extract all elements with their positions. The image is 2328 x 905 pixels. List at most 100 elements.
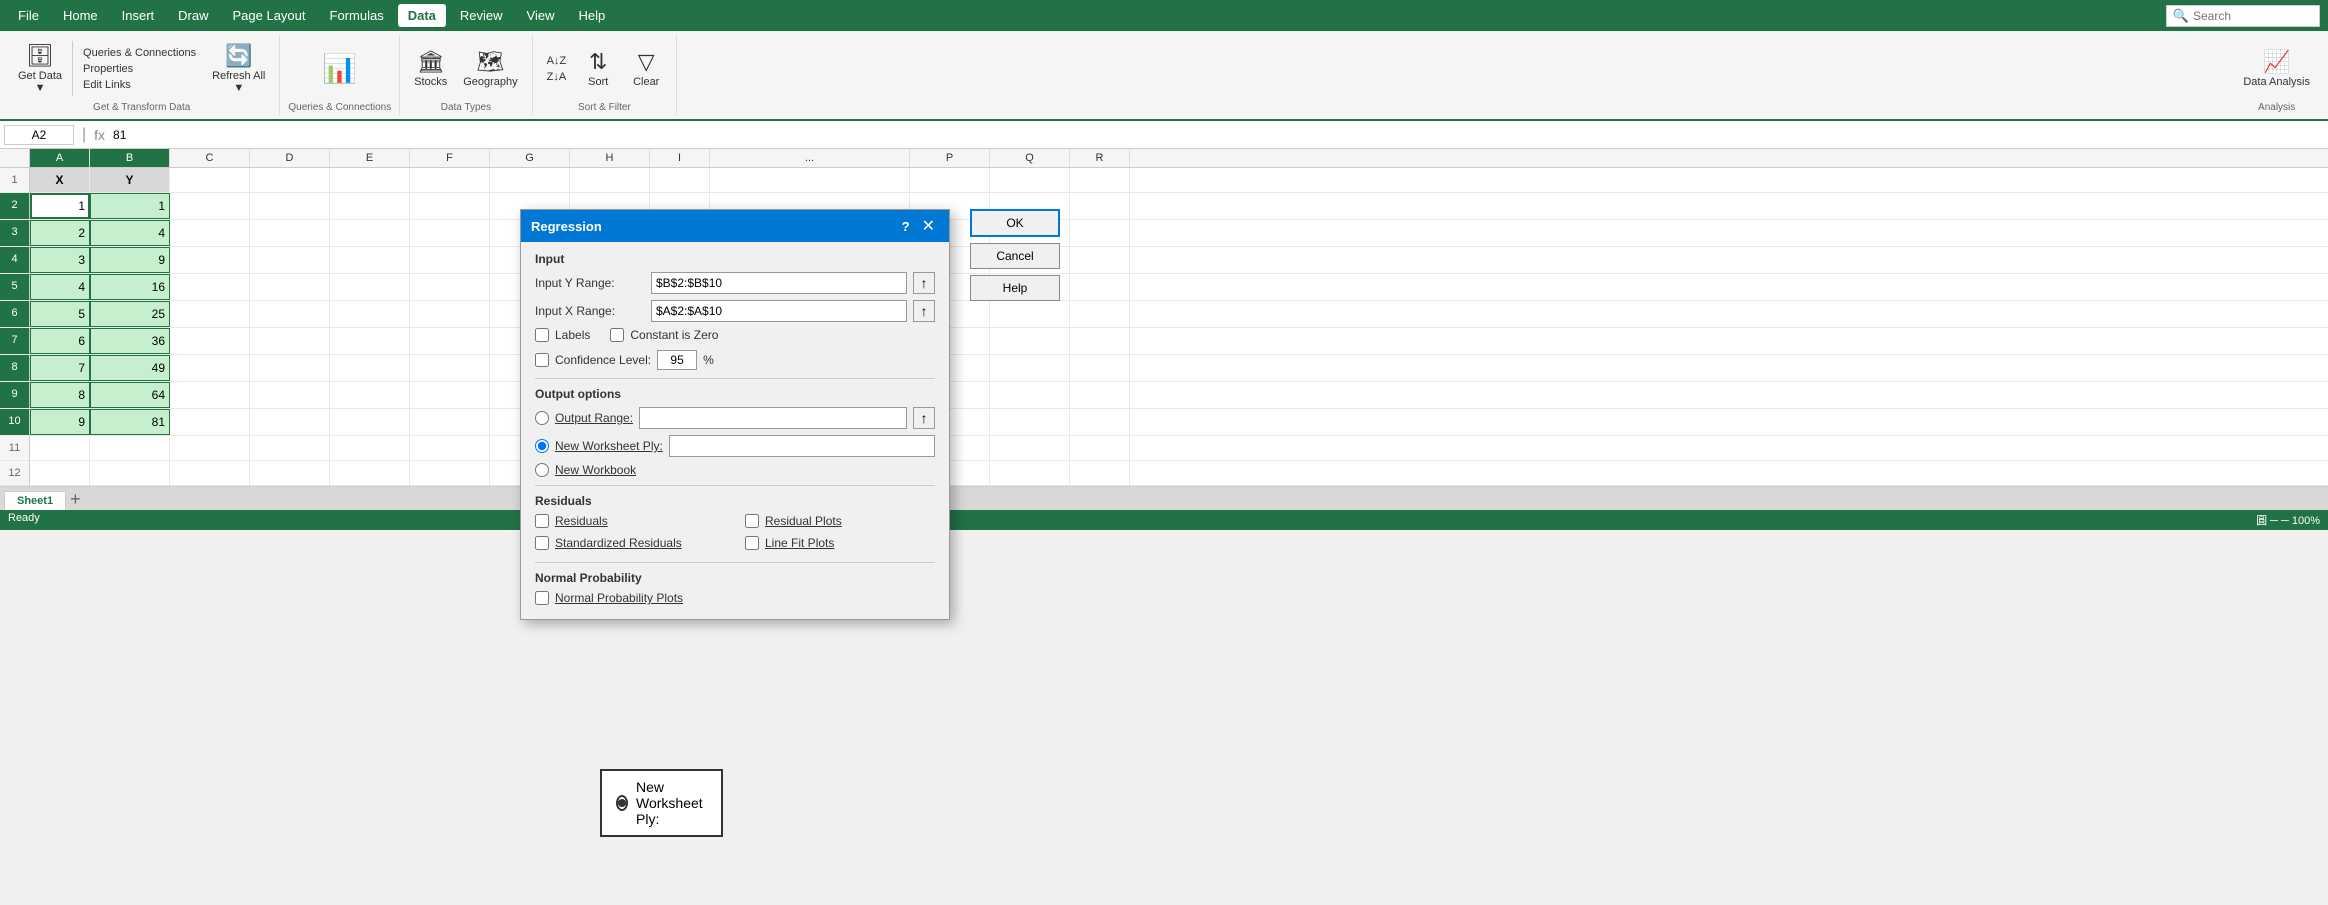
cell-r6[interactable] bbox=[1070, 301, 1130, 327]
cell-b8[interactable]: 49 bbox=[90, 355, 170, 381]
x-range-input[interactable] bbox=[651, 300, 907, 322]
cell-q12[interactable] bbox=[990, 461, 1070, 485]
cell-d8[interactable] bbox=[250, 355, 330, 381]
output-range-input[interactable] bbox=[639, 407, 907, 429]
cell-a10[interactable]: 9 bbox=[30, 409, 90, 435]
cell-d10[interactable] bbox=[250, 409, 330, 435]
residuals-checkbox[interactable] bbox=[535, 514, 549, 528]
cell-d3[interactable] bbox=[250, 220, 330, 246]
cell-c5[interactable] bbox=[170, 274, 250, 300]
cell-e5[interactable] bbox=[330, 274, 410, 300]
cell-c7[interactable] bbox=[170, 328, 250, 354]
cell-r9[interactable] bbox=[1070, 382, 1130, 408]
normal-prob-checkbox[interactable] bbox=[535, 591, 549, 605]
col-header-p[interactable]: P bbox=[910, 149, 990, 167]
cell-reference-box[interactable] bbox=[4, 125, 74, 145]
search-box[interactable]: 🔍 bbox=[2166, 5, 2320, 27]
cell-p1[interactable] bbox=[910, 168, 990, 192]
col-header-a[interactable]: A bbox=[30, 149, 90, 167]
dialog-close-button[interactable]: ✕ bbox=[918, 216, 939, 236]
edit-links-button[interactable]: Edit Links bbox=[77, 78, 202, 92]
refresh-all-button[interactable]: 🔄 Refresh All ▼ bbox=[206, 40, 271, 96]
ok-button[interactable]: OK bbox=[970, 209, 1060, 237]
cell-b12[interactable] bbox=[90, 461, 170, 485]
cell-e4[interactable] bbox=[330, 247, 410, 273]
cell-q7[interactable] bbox=[990, 328, 1070, 354]
sort-za-button[interactable]: Z↓A bbox=[541, 70, 573, 84]
line-fit-checkbox[interactable] bbox=[745, 536, 759, 550]
cell-r12[interactable] bbox=[1070, 461, 1130, 485]
cell-e7[interactable] bbox=[330, 328, 410, 354]
queries-connections-big-button[interactable]: 📊 bbox=[316, 49, 363, 89]
sort-button[interactable]: ⇅ Sort bbox=[576, 46, 620, 90]
cell-f7[interactable] bbox=[410, 328, 490, 354]
stocks-button[interactable]: 🏛 Stocks bbox=[408, 46, 453, 90]
cell-d1[interactable] bbox=[250, 168, 330, 192]
data-analysis-button[interactable]: 📈 Data Analysis bbox=[2237, 46, 2316, 90]
help-button[interactable]: Help bbox=[970, 275, 1060, 301]
constant-zero-checkbox[interactable] bbox=[610, 328, 624, 342]
filter-button[interactable]: ▽ Clear bbox=[624, 46, 668, 90]
cell-r2[interactable] bbox=[1070, 193, 1130, 219]
cell-e6[interactable] bbox=[330, 301, 410, 327]
col-header-e[interactable]: E bbox=[330, 149, 410, 167]
sheet-tab-1[interactable]: Sheet1 bbox=[4, 491, 66, 510]
cell-e2[interactable] bbox=[330, 193, 410, 219]
dialog-help-icon[interactable]: ? bbox=[902, 219, 910, 234]
cell-b4[interactable]: 9 bbox=[90, 247, 170, 273]
col-header-d[interactable]: D bbox=[250, 149, 330, 167]
cell-c10[interactable] bbox=[170, 409, 250, 435]
cell-b3[interactable]: 4 bbox=[90, 220, 170, 246]
cell-q6[interactable] bbox=[990, 301, 1070, 327]
cell-c3[interactable] bbox=[170, 220, 250, 246]
cell-q1[interactable] bbox=[990, 168, 1070, 192]
cell-r8[interactable] bbox=[1070, 355, 1130, 381]
menu-page-layout[interactable]: Page Layout bbox=[223, 4, 316, 27]
cell-a7[interactable]: 6 bbox=[30, 328, 90, 354]
cell-d4[interactable] bbox=[250, 247, 330, 273]
cell-r7[interactable] bbox=[1070, 328, 1130, 354]
menu-file[interactable]: File bbox=[8, 4, 49, 27]
cell-a11[interactable] bbox=[30, 436, 90, 460]
confidence-checkbox[interactable] bbox=[535, 353, 549, 367]
cell-e8[interactable] bbox=[330, 355, 410, 381]
cancel-button[interactable]: Cancel bbox=[970, 243, 1060, 269]
cell-q11[interactable] bbox=[990, 436, 1070, 460]
cell-q10[interactable] bbox=[990, 409, 1070, 435]
queries-connections-button[interactable]: Queries & Connections bbox=[77, 46, 202, 60]
cell-c6[interactable] bbox=[170, 301, 250, 327]
col-header-q[interactable]: Q bbox=[990, 149, 1070, 167]
cell-q9[interactable] bbox=[990, 382, 1070, 408]
x-range-collapse-button[interactable]: ↑ bbox=[913, 300, 935, 322]
menu-view[interactable]: View bbox=[517, 4, 565, 27]
new-worksheet-radio[interactable] bbox=[535, 439, 549, 453]
cell-b9[interactable]: 64 bbox=[90, 382, 170, 408]
cell-r5[interactable] bbox=[1070, 274, 1130, 300]
cell-q8[interactable] bbox=[990, 355, 1070, 381]
cell-e12[interactable] bbox=[330, 461, 410, 485]
col-header-c[interactable]: C bbox=[170, 149, 250, 167]
cell-b2[interactable]: 1 bbox=[90, 193, 170, 219]
y-range-collapse-button[interactable]: ↑ bbox=[913, 272, 935, 294]
cell-f3[interactable] bbox=[410, 220, 490, 246]
cell-e11[interactable] bbox=[330, 436, 410, 460]
cell-a8[interactable]: 7 bbox=[30, 355, 90, 381]
search-input[interactable] bbox=[2193, 9, 2313, 23]
cell-a2[interactable]: 1 bbox=[30, 193, 90, 219]
cell-c2[interactable] bbox=[170, 193, 250, 219]
cell-b10[interactable]: 81 bbox=[90, 409, 170, 435]
cell-f5[interactable] bbox=[410, 274, 490, 300]
menu-draw[interactable]: Draw bbox=[168, 4, 218, 27]
cell-a6[interactable]: 5 bbox=[30, 301, 90, 327]
cell-a12[interactable] bbox=[30, 461, 90, 485]
cell-c8[interactable] bbox=[170, 355, 250, 381]
cell-d5[interactable] bbox=[250, 274, 330, 300]
std-residuals-checkbox[interactable] bbox=[535, 536, 549, 550]
cell-d6[interactable] bbox=[250, 301, 330, 327]
cell-c1[interactable] bbox=[170, 168, 250, 192]
cell-f9[interactable] bbox=[410, 382, 490, 408]
cell-c4[interactable] bbox=[170, 247, 250, 273]
cell-f10[interactable] bbox=[410, 409, 490, 435]
cell-f4[interactable] bbox=[410, 247, 490, 273]
cell-b5[interactable]: 16 bbox=[90, 274, 170, 300]
